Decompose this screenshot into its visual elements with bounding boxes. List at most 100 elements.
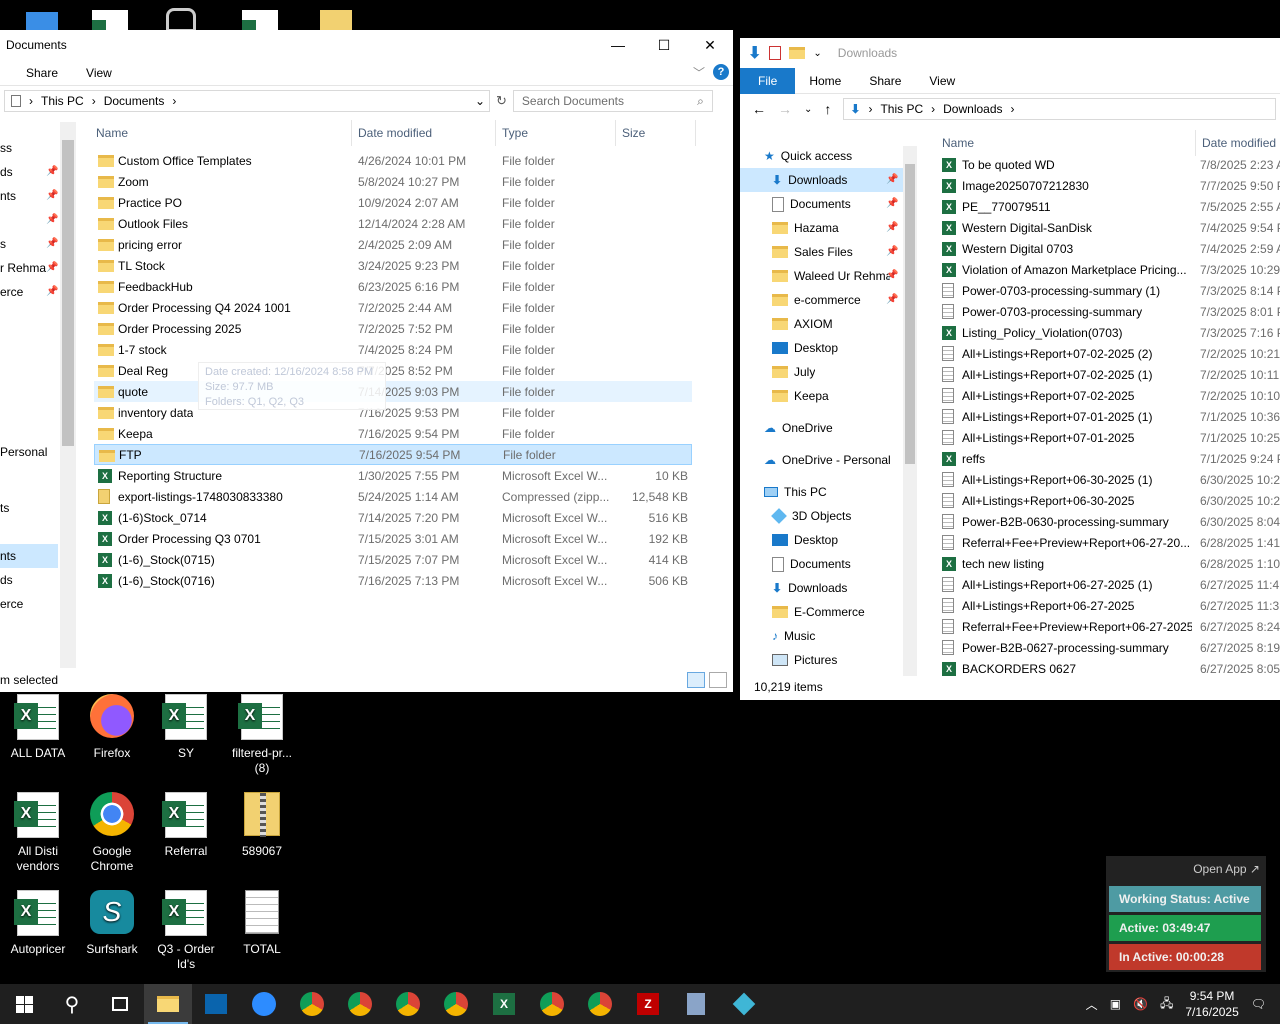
file-row[interactable]: quote 7/14/2025 9:03 PM File folder [94,381,692,402]
nav-item[interactable]: ss [0,136,12,160]
quick-access-item[interactable]: Keepa [740,384,903,408]
file-row[interactable]: Custom Office Templates 4/26/2024 10:01 … [94,150,692,171]
details-view-icon[interactable] [687,672,705,688]
file-row[interactable]: All+Listings+Report+06-30-2025 6/30/2025… [936,490,1280,511]
nav-scrollbar[interactable] [60,122,76,668]
desktop-shortcut[interactable]: TOTAL [224,890,300,957]
excel-icon[interactable] [92,10,128,30]
desktop-shortcut[interactable]: S Surfshark [74,890,150,957]
file-row[interactable]: 1-7 stock 7/4/2025 8:24 PM File folder [94,339,692,360]
file-row[interactable]: Power-B2B-0630-processing-summary 6/30/2… [936,511,1280,532]
file-row[interactable]: All+Listings+Report+07-01-2025 7/1/2025 … [936,427,1280,448]
file-row[interactable]: X Western Digital 0703 7/4/2025 2:59 A [936,238,1280,259]
column-name[interactable]: Name [936,130,1196,156]
this-pc-item[interactable]: E-Commerce [772,600,865,624]
tab-file[interactable]: File [740,67,796,94]
file-row[interactable]: X Listing_Policy_Violation(0703) 7/3/202… [936,322,1280,343]
nav-item[interactable]: r Rehma [0,256,46,280]
column-type[interactable]: Type [496,120,616,146]
file-row[interactable]: Deal Reg 7/7/2025 8:52 PM File folder [94,360,692,381]
file-row[interactable]: inventory data 7/16/2025 9:53 PM File fo… [94,402,692,423]
file-row[interactable]: X Reporting Structure 1/30/2025 7:55 PM … [94,465,692,486]
column-date-modified[interactable]: Date modified [352,120,496,146]
zip-icon[interactable] [320,10,352,30]
file-row[interactable]: X Image20250707212830 7/7/2025 9:50 P [936,175,1280,196]
quick-access-item[interactable]: Sales Files [740,240,903,264]
file-row[interactable]: Power-B2B-0627-processing-summary 6/27/2… [936,637,1280,658]
chevron-down-icon[interactable]: ﹀ [693,64,705,81]
file-row[interactable]: X (1-6)_Stock(0716) 7/16/2025 7:13 PM Mi… [94,570,692,591]
this-pc-item[interactable]: Documents [772,552,851,576]
quick-access[interactable]: ★ Quick access [764,144,852,168]
file-row[interactable]: Zoom 5/8/2024 10:27 PM File folder [94,171,692,192]
excel-icon[interactable] [242,10,278,30]
chrome-button[interactable] [288,984,336,1024]
chevron-up-icon[interactable]: ︿ [1086,996,1098,1013]
quick-access-item[interactable]: ⬇ Downloads [740,168,903,192]
nav-item[interactable]: erce [0,592,23,616]
excel-button[interactable]: X [480,984,528,1024]
breadcrumb-this-pc[interactable]: This PC [880,102,923,116]
desktop-shortcut[interactable]: Firefox [74,694,150,761]
recent-locations-icon[interactable]: ⌄ [804,104,812,115]
tab-view[interactable]: View [915,68,969,94]
calculator-button[interactable] [672,984,720,1024]
app-button[interactable] [720,984,768,1024]
maximize-button[interactable]: ☐ [641,30,687,60]
documents-titlebar[interactable]: Documents — ☐ ✕ [0,30,733,60]
desktop-shortcut[interactable]: X filtered-pr... (8) [224,694,300,776]
back-arrow-icon[interactable]: ← [752,101,766,117]
breadcrumb-documents[interactable]: Documents [104,94,165,108]
file-row[interactable]: X To be quoted WD 7/8/2025 2:23 A [936,154,1280,175]
file-row[interactable]: X Order Processing Q3 0701 7/15/2025 3:0… [94,528,692,549]
file-row[interactable]: X Violation of Amazon Marketplace Pricin… [936,259,1280,280]
lock-folder-icon[interactable] [166,8,196,30]
onedrive-personal[interactable]: ☁ OneDrive - Personal [764,448,891,472]
file-row[interactable]: Referral+Fee+Preview+Report+06-27-2025 6… [936,616,1280,637]
filezilla-button[interactable]: Z [624,984,672,1024]
file-row[interactable]: Power-0703-processing-summary (1) 7/3/20… [936,280,1280,301]
breadcrumb-downloads[interactable]: Downloads [943,102,1002,116]
file-row[interactable]: All+Listings+Report+07-01-2025 (1) 7/1/2… [936,406,1280,427]
column-size[interactable]: Size [616,120,696,146]
tab-view[interactable]: View [72,60,126,86]
file-row[interactable]: Order Processing 2025 7/2/2025 7:52 PM F… [94,318,692,339]
volume-muted-icon[interactable]: 🔇 [1133,997,1148,1011]
nav-scrollbar[interactable] [903,146,917,676]
desktop-shortcut[interactable]: X Referral [148,792,224,859]
task-view-button[interactable] [96,984,144,1024]
start-button[interactable] [0,984,48,1024]
forward-arrow-icon[interactable]: → [778,101,792,117]
chrome-button[interactable] [432,984,480,1024]
nav-item[interactable]: nts [0,184,16,208]
file-row[interactable]: X (1-6)_Stock(0715) 7/15/2025 7:07 PM Mi… [94,549,692,570]
large-icons-view-icon[interactable] [709,672,727,688]
outlook-button[interactable] [192,984,240,1024]
scrollbar-thumb[interactable] [905,164,915,464]
file-row[interactable]: pricing error 2/4/2025 2:09 AM File fold… [94,234,692,255]
file-row[interactable]: FTP 7/16/2025 9:54 PM File folder [94,444,692,465]
help-icon[interactable]: ? [713,64,729,80]
file-row[interactable]: Practice PO 10/9/2024 2:07 AM File folde… [94,192,692,213]
desktop-shortcut[interactable]: Google Chrome [74,792,150,874]
search-button[interactable]: ⚲ [48,984,96,1024]
this-pc-item[interactable]: Desktop [772,528,838,552]
notifications-icon[interactable]: 🗨 [1251,997,1266,1011]
file-row[interactable]: X Western Digital-SanDisk 7/4/2025 9:54 … [936,217,1280,238]
this-pc-item[interactable]: 3D Objects [771,504,851,528]
nav-item[interactable]: ds [0,568,13,592]
this-pc-item[interactable]: ⬇ Downloads [772,576,847,600]
nav-item[interactable]: erce [0,280,23,304]
desktop-shortcut[interactable]: X Q3 - Order Id's [148,890,224,972]
onedrive[interactable]: ☁ OneDrive [764,416,833,440]
quick-access-item[interactable]: e-commerce [740,288,903,312]
file-row[interactable]: X tech new listing 6/28/2025 1:10 [936,553,1280,574]
chevron-down-icon[interactable]: ⌄ [475,94,485,108]
address-bar[interactable]: ⬇ › This PC › Downloads › [843,98,1276,120]
chrome-button[interactable] [384,984,432,1024]
file-row[interactable]: X reffs 7/1/2025 9:24 P [936,448,1280,469]
quick-access-item[interactable]: Waleed Ur Rehma [740,264,903,288]
search-input[interactable]: Search Documents ⌕ [512,90,713,112]
tab-share[interactable]: Share [12,60,72,86]
clock[interactable]: 9:54 PM 7/16/2025 [1185,988,1238,1020]
